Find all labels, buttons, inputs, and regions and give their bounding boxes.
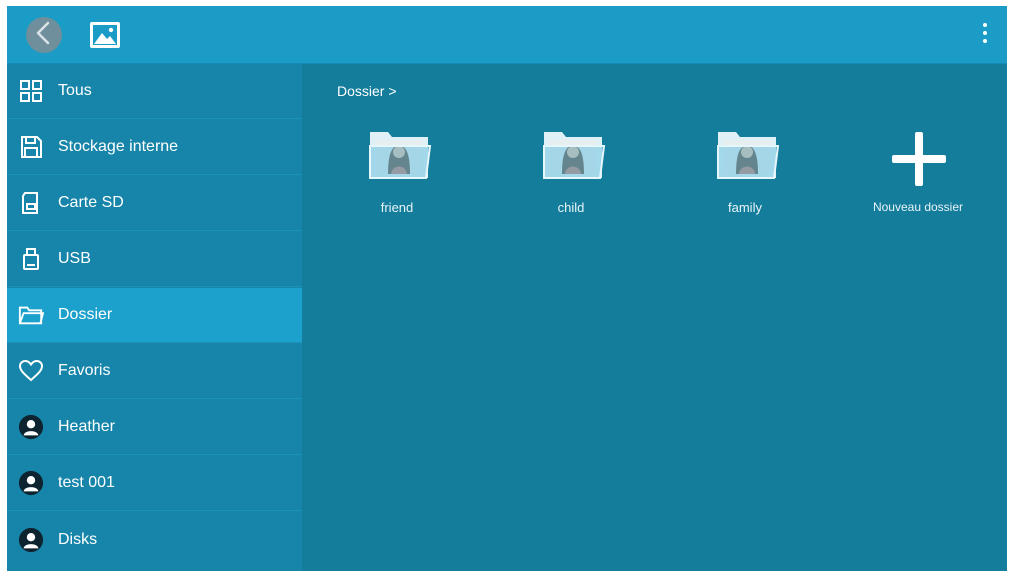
more-vertical-icon bbox=[982, 22, 988, 49]
sidebar-item-label: test 001 bbox=[58, 474, 115, 491]
heart-icon bbox=[18, 358, 44, 384]
more-options-button[interactable] bbox=[975, 20, 995, 50]
sidebar-item-test-001[interactable]: test 001 bbox=[7, 456, 302, 511]
folder-label: child bbox=[557, 200, 585, 215]
main-content: Dossier > friend child family Nouveau do… bbox=[302, 64, 1007, 571]
usb-icon bbox=[18, 246, 44, 272]
sidebar-item-internal-storage[interactable]: Stockage interne bbox=[7, 120, 302, 175]
folder-icon bbox=[18, 302, 44, 328]
sidebar-item-favoris[interactable]: Favoris bbox=[7, 344, 302, 399]
sidebar-item-label: Favoris bbox=[58, 362, 111, 379]
sidebar-item-label: Tous bbox=[58, 82, 92, 99]
folder-item-friend[interactable]: friend bbox=[337, 126, 457, 226]
new-folder-button[interactable]: Nouveau dossier bbox=[848, 126, 988, 226]
new-folder-label: Nouveau dossier bbox=[872, 200, 964, 214]
back-button[interactable] bbox=[26, 17, 62, 53]
sidebar-item-tous[interactable]: Tous bbox=[7, 64, 302, 119]
sd-card-icon bbox=[18, 190, 44, 216]
top-bar bbox=[7, 6, 1007, 64]
folder-item-family[interactable]: family bbox=[685, 126, 805, 226]
image-gallery-icon bbox=[88, 19, 122, 51]
person-icon bbox=[18, 527, 44, 553]
photo-folder-icon bbox=[540, 126, 608, 184]
sidebar: Tous Stockage interne Carte SD USB Dossi… bbox=[7, 64, 302, 571]
breadcrumb[interactable]: Dossier > bbox=[337, 83, 397, 99]
sidebar-item-usb[interactable]: USB bbox=[7, 232, 302, 287]
sidebar-item-label: Carte SD bbox=[58, 194, 124, 211]
chevron-left-icon bbox=[33, 20, 55, 51]
photo-folder-icon bbox=[714, 126, 782, 184]
person-icon bbox=[18, 470, 44, 496]
sidebar-item-dossier[interactable]: Dossier bbox=[7, 288, 302, 343]
person-icon bbox=[18, 414, 44, 440]
sidebar-item-label: Disks bbox=[58, 530, 98, 548]
plus-icon bbox=[888, 128, 950, 190]
sidebar-item-label: Stockage interne bbox=[58, 138, 179, 155]
app-window: Tous Stockage interne Carte SD USB Dossi… bbox=[7, 6, 1007, 571]
sidebar-item-label: Heather bbox=[58, 418, 115, 435]
sidebar-item-sd-card[interactable]: Carte SD bbox=[7, 176, 302, 231]
folder-item-child[interactable]: child bbox=[511, 126, 631, 226]
sidebar-item-heather[interactable]: Heather bbox=[7, 400, 302, 455]
sidebar-item-label: Dossier bbox=[58, 306, 113, 323]
folder-label: family bbox=[728, 200, 762, 215]
photo-folder-icon bbox=[366, 126, 434, 184]
save-disk-icon bbox=[18, 134, 44, 160]
folder-label: friend bbox=[380, 200, 414, 215]
sidebar-item-label: USB bbox=[58, 250, 91, 267]
grid-icon bbox=[18, 78, 44, 104]
sidebar-item-disks[interactable]: Disks bbox=[7, 512, 302, 567]
